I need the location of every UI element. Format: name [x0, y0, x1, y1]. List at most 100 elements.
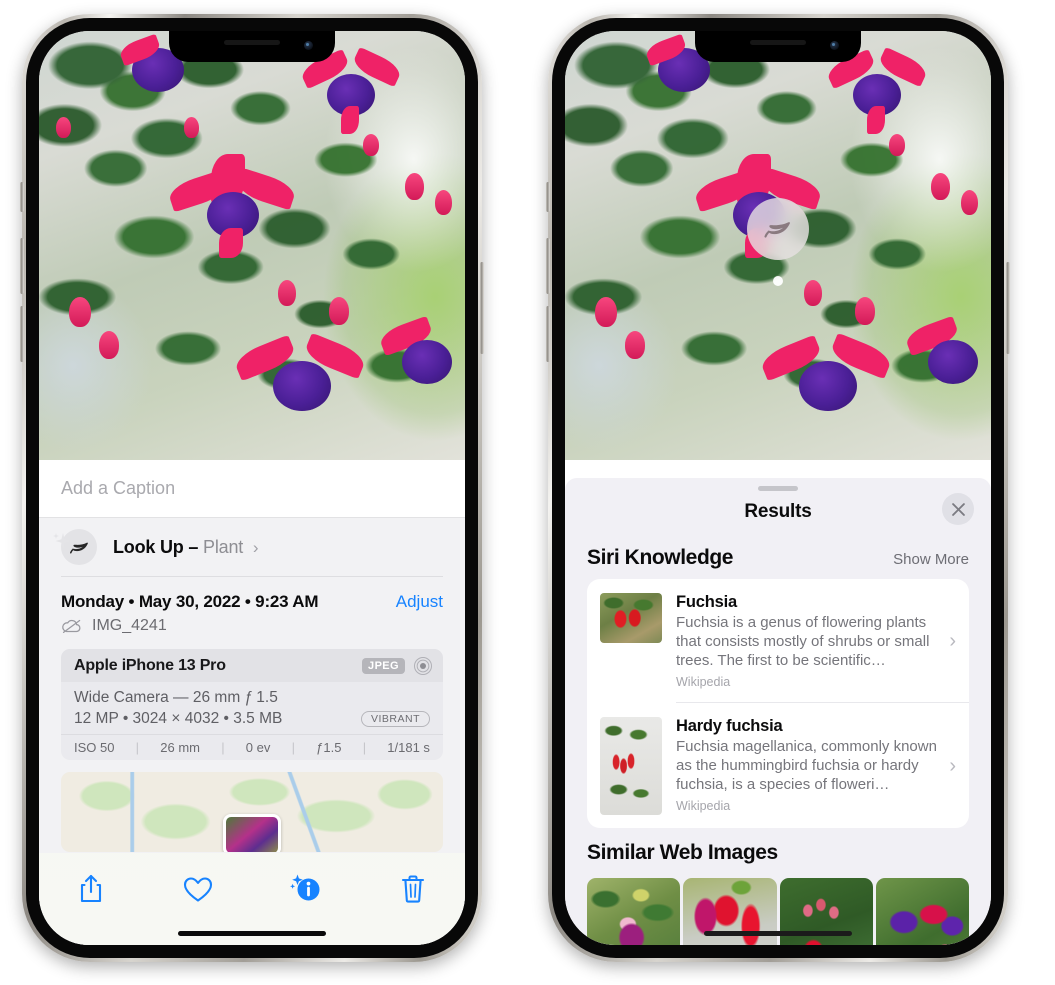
flower-bud	[961, 189, 979, 215]
knowledge-title: Fuchsia	[676, 593, 737, 611]
screen-left: Add a Caption Look Up – Plant › Monday •…	[39, 31, 465, 945]
caption-field[interactable]: Add a Caption	[39, 460, 465, 518]
volume-up-button[interactable]	[20, 238, 24, 294]
camera-lens-line: Wide Camera — 26 mm ƒ 1.5	[74, 689, 278, 706]
bloom	[377, 314, 465, 398]
format-badge: JPEG	[362, 657, 405, 674]
knowledge-thumbnail	[600, 593, 662, 643]
iphone-device-left: Add a Caption Look Up – Plant › Monday •…	[20, 14, 484, 962]
info-button[interactable]	[284, 870, 328, 908]
show-more-button[interactable]: Show More	[893, 551, 969, 568]
photo-viewer[interactable]	[39, 31, 465, 460]
info-sparkle-icon	[289, 874, 320, 901]
chevron-right-icon: ›	[949, 629, 956, 652]
look-up-dash: –	[188, 536, 199, 557]
knowledge-source: Wikipedia	[676, 675, 731, 689]
results-title: Results	[744, 501, 812, 522]
chevron-right-icon: ›	[252, 537, 259, 557]
flower-bud	[435, 189, 453, 215]
delete-button[interactable]	[391, 870, 435, 908]
flower-bud	[277, 279, 296, 306]
notch	[169, 31, 335, 62]
home-indicator[interactable]	[178, 931, 326, 936]
icloud-off-icon	[62, 619, 81, 633]
filename-row: IMG_4241	[39, 612, 465, 635]
flower-bud	[56, 116, 72, 138]
look-up-title: Look Up	[113, 536, 184, 557]
knowledge-thumbnail	[600, 717, 662, 815]
web-image-thumbnail[interactable]	[875, 878, 969, 945]
share-button[interactable]	[69, 870, 113, 908]
bloom	[166, 153, 298, 258]
volume-up-button[interactable]	[546, 238, 550, 294]
map-photo-pin[interactable]	[223, 814, 281, 852]
earpiece-speaker	[224, 40, 280, 45]
results-sheet: Results Siri Knowledge Show More Fuchsia…	[565, 478, 991, 945]
visual-lookup-badge[interactable]	[747, 198, 809, 286]
adjust-button[interactable]: Adjust	[396, 592, 443, 612]
volume-down-button[interactable]	[546, 306, 550, 362]
exif-divider: |	[362, 740, 367, 755]
section-title: Siri Knowledge	[587, 546, 734, 569]
flower-bud	[854, 296, 875, 325]
front-camera-icon	[304, 41, 313, 50]
chevron-right-icon: ›	[949, 754, 956, 777]
flower-bud	[888, 133, 905, 156]
web-image-thumbnail[interactable]	[587, 878, 681, 945]
aperture-icon	[414, 656, 432, 675]
silent-switch[interactable]	[20, 182, 24, 212]
camera-specs: 12 MP • 3024 × 4032 • 3.5 MB	[74, 710, 283, 727]
exif-divider: |	[221, 740, 225, 755]
camera-info-card: Apple iPhone 13 Pro JPEG Wide Camera — 2…	[61, 649, 443, 760]
flower-bud	[594, 296, 617, 327]
location-map[interactable]	[61, 772, 443, 852]
camera-header: Apple iPhone 13 Pro JPEG	[61, 649, 443, 682]
photo-blooms	[39, 31, 465, 460]
siri-knowledge-header: Siri Knowledge Show More	[565, 533, 991, 579]
section-title: Similar Web Images	[587, 841, 778, 864]
favorite-button[interactable]	[176, 870, 220, 908]
heart-icon	[184, 876, 213, 902]
look-up-label: Look Up – Plant ›	[113, 536, 259, 558]
knowledge-description: Fuchsia magellanica, commonly known as t…	[676, 738, 937, 793]
photo-info-sheet: Add a Caption Look Up – Plant › Monday •…	[39, 460, 465, 945]
leaf-icon	[764, 222, 790, 238]
trash-icon	[401, 875, 425, 903]
bloom	[903, 314, 991, 398]
power-button[interactable]	[1006, 262, 1010, 354]
exif-row: ISO 50 | 26 mm | 0 ev | ƒ1.5 | 1/181 s	[61, 734, 443, 760]
similar-web-images-header: Similar Web Images	[565, 828, 991, 874]
photo-viewer[interactable]	[565, 31, 991, 460]
exif-focal-length: 26 mm	[160, 740, 200, 755]
sparkle-icon	[53, 533, 71, 549]
silent-switch[interactable]	[546, 182, 550, 212]
close-button[interactable]	[942, 493, 974, 525]
flower-bud	[183, 116, 199, 138]
camera-specs-row: 12 MP • 3024 × 4032 • 3.5 MB VIBRANT	[74, 710, 430, 728]
exif-divider: |	[135, 740, 140, 755]
close-icon	[951, 502, 965, 516]
iphone-device-right: Results Siri Knowledge Show More Fuchsia…	[546, 14, 1010, 962]
notch	[695, 31, 861, 62]
photo-filename: IMG_4241	[92, 617, 167, 634]
photo-date: Monday • May 30, 2022 • 9:23 AM	[61, 592, 319, 611]
volume-down-button[interactable]	[20, 306, 24, 362]
flower-bud	[624, 331, 645, 360]
knowledge-item[interactable]: Hardy fuchsia Fuchsia magellanica, commo…	[587, 703, 969, 828]
knowledge-body: Fuchsia Fuchsia is a genus of flowering …	[676, 593, 941, 689]
knowledge-title: Hardy fuchsia	[676, 717, 783, 735]
bloom	[232, 331, 369, 426]
flower-bud	[803, 279, 822, 306]
screen-right: Results Siri Knowledge Show More Fuchsia…	[565, 31, 991, 945]
power-button[interactable]	[480, 262, 484, 354]
knowledge-source: Wikipedia	[676, 799, 731, 813]
flower-bud	[362, 133, 379, 156]
caption-placeholder: Add a Caption	[61, 478, 176, 498]
look-up-row[interactable]: Look Up – Plant ›	[39, 518, 465, 576]
exif-divider: |	[291, 740, 295, 755]
knowledge-item[interactable]: Fuchsia Fuchsia is a genus of flowering …	[587, 579, 969, 702]
exif-exposure-bias: 0 ev	[245, 740, 271, 755]
home-indicator[interactable]	[704, 931, 852, 936]
look-up-subject: Plant	[203, 536, 244, 557]
earpiece-speaker	[750, 40, 806, 45]
